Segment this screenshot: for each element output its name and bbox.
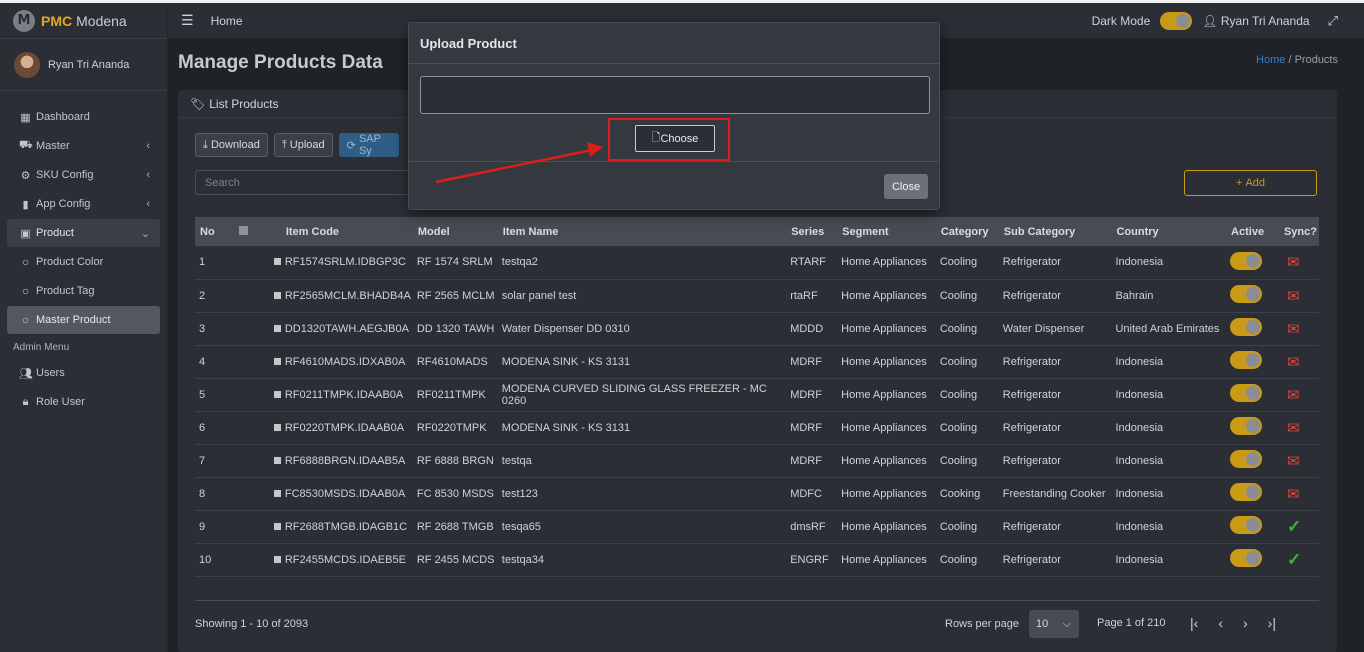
modal-divider bbox=[409, 161, 939, 162]
close-button[interactable]: Close bbox=[884, 174, 928, 199]
file-icon: 🗋︎ bbox=[651, 132, 661, 144]
modal-title: Upload Product bbox=[409, 23, 939, 64]
choose-label: Choose bbox=[660, 132, 699, 145]
choose-file-button[interactable]: 🗋︎ Choose bbox=[635, 125, 715, 152]
upload-product-modal: Upload Product 🗋︎ Choose Close bbox=[408, 22, 940, 210]
file-input-box[interactable] bbox=[420, 76, 930, 114]
